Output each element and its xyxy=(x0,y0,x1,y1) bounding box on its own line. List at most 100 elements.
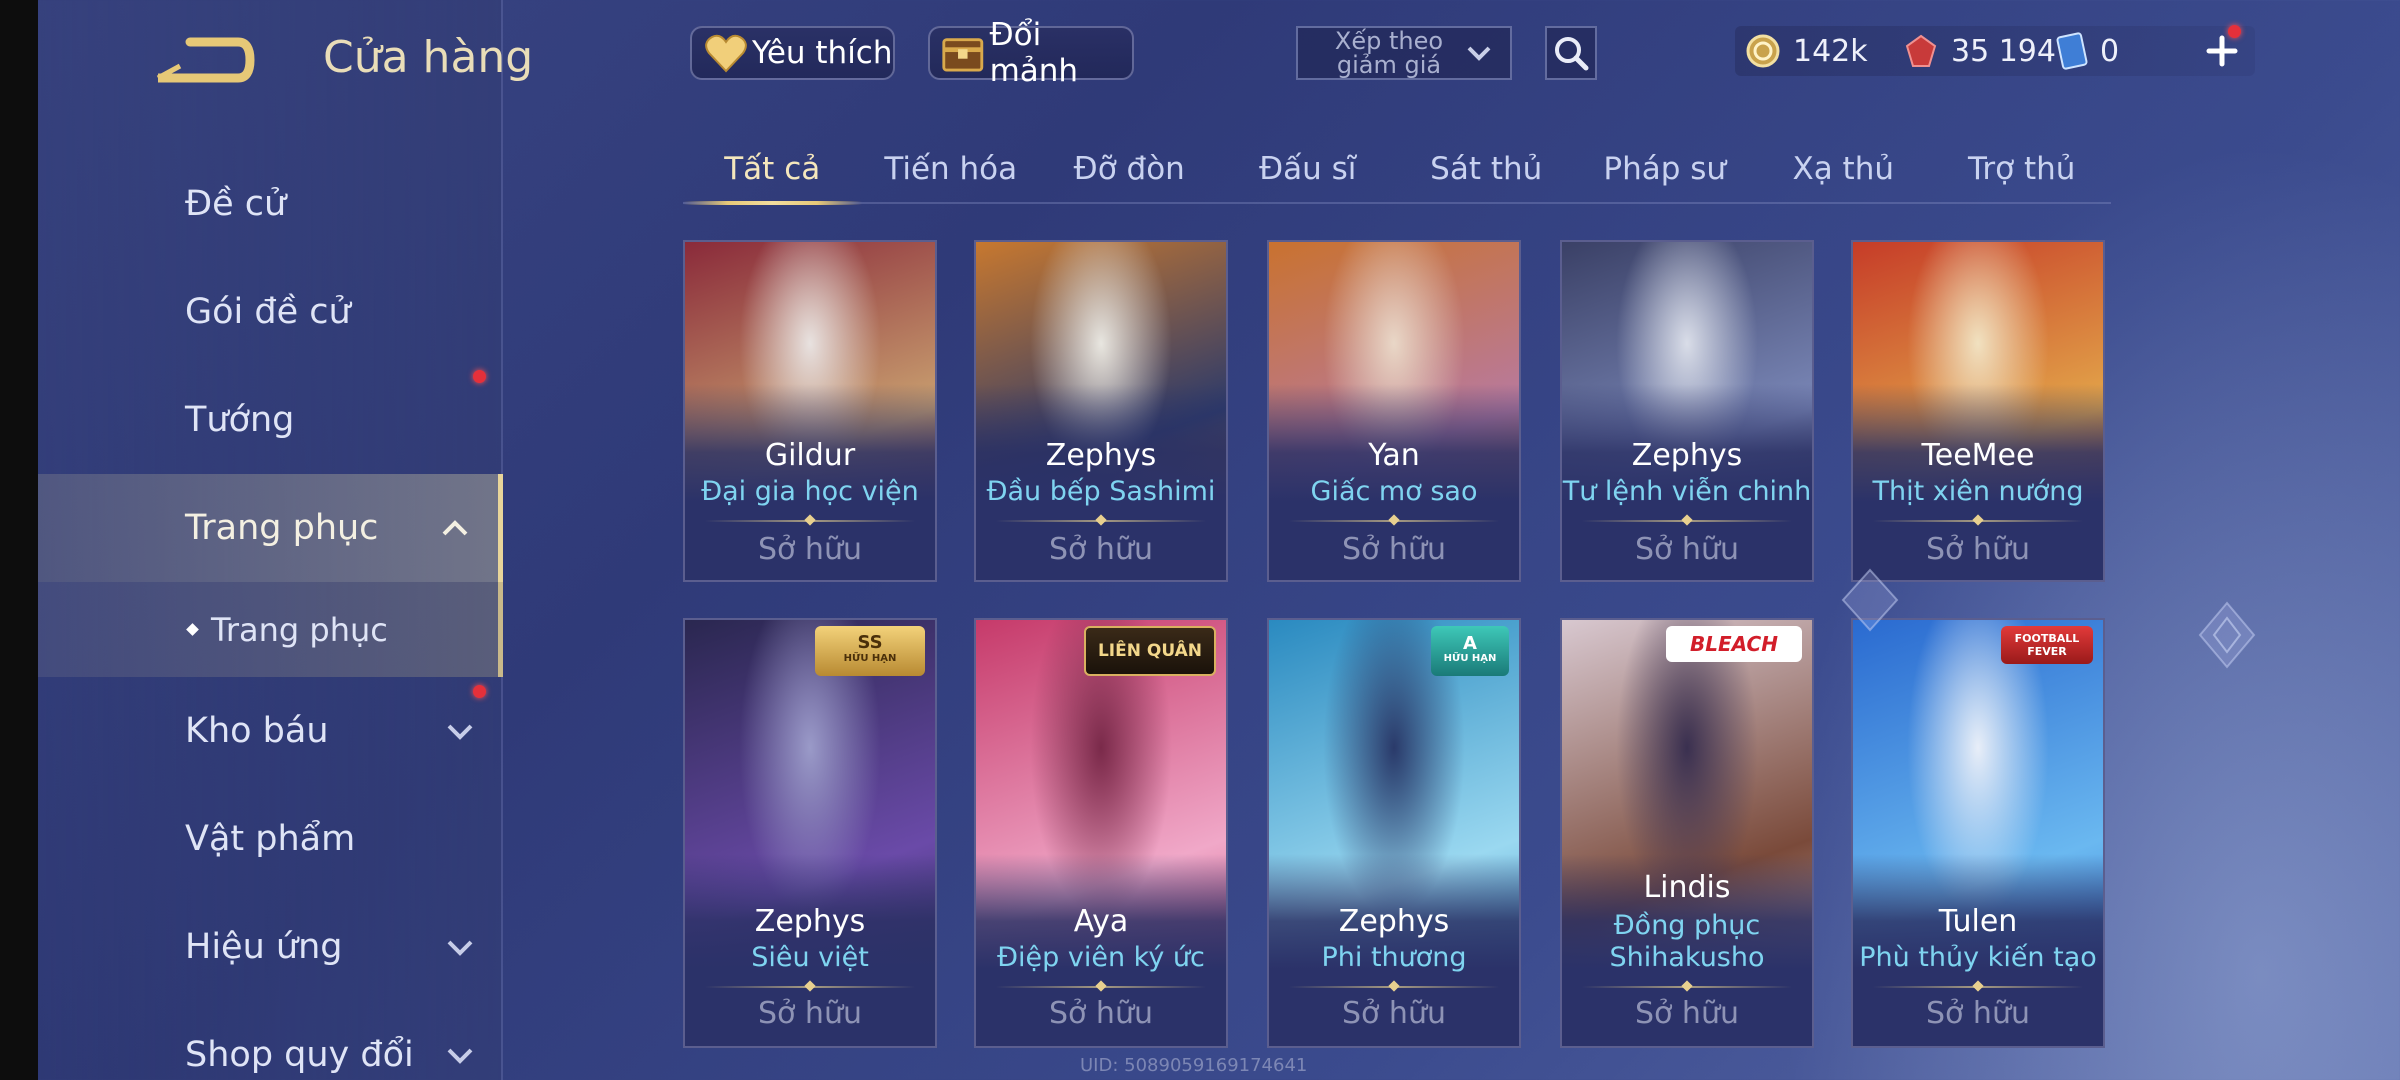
exchange-shards-button[interactable]: Đổi mảnh xyxy=(928,17,1134,89)
badge-text: FOOTBALL FEVER xyxy=(2014,632,2080,658)
gold-coin-icon xyxy=(1746,34,1780,68)
skin-name: Giấc mơ sao xyxy=(1310,476,1478,507)
hero-name: Zephys xyxy=(1631,438,1743,473)
plus-icon xyxy=(2206,35,2238,67)
sidebar-item-label: Hiệu ứng xyxy=(185,927,343,967)
hero-name: Zephys xyxy=(1338,904,1450,939)
brand-badge: LIÊN QUÂN xyxy=(1084,626,1216,676)
tab-all[interactable]: Tất cả xyxy=(683,140,862,205)
chevron-down-icon xyxy=(447,724,473,740)
rank-badge: SS HỮU HẠN xyxy=(815,626,925,676)
badge-text: A xyxy=(1463,633,1477,654)
search-button[interactable] xyxy=(1545,26,1597,80)
owned-status: Sở hữu xyxy=(758,532,862,567)
voucher-balance: 35 194 xyxy=(1903,28,2056,74)
hero-name: Tulen xyxy=(1938,904,2018,939)
notification-dot xyxy=(2228,25,2241,38)
chevron-up-icon xyxy=(442,520,468,536)
skin-card[interactable]: Yan Giấc mơ sao Sở hữu xyxy=(1267,240,1521,582)
diamond-ornament-icon xyxy=(2198,601,2256,669)
sidebar-item-label: Kho báu xyxy=(185,711,329,751)
hero-name: Lindis xyxy=(1643,870,1731,905)
owned-status: Sở hữu xyxy=(1926,996,2030,1031)
brand-badge: BLEACH xyxy=(1666,626,1802,662)
favorites-button[interactable]: Yêu thích xyxy=(690,26,895,80)
sidebar-item-label: Shop quy đổi xyxy=(185,1035,414,1075)
sidebar-item-heroes[interactable]: Tướng xyxy=(38,366,503,474)
card-divider xyxy=(1582,986,1792,988)
add-currency-button[interactable] xyxy=(2198,25,2246,74)
badge-text: BLEACH xyxy=(1690,632,1778,656)
back-button[interactable] xyxy=(150,30,260,90)
sidebar-item-treasure[interactable]: Kho báu xyxy=(38,677,503,785)
sidebar-item-exchange-shop[interactable]: Shop quy đổi xyxy=(38,1001,503,1080)
heart-icon xyxy=(705,34,747,73)
card-divider xyxy=(1873,520,2083,522)
sidebar-subitem-skins[interactable]: Trang phục xyxy=(38,582,503,677)
card-divider xyxy=(705,520,915,522)
tab-support[interactable]: Trợ thủ xyxy=(1933,140,2112,202)
sidebar-item-label: Đề cử xyxy=(185,184,287,224)
skin-card[interactable]: A HỮU HẠN Zephys Phi thương Sở hữu xyxy=(1267,618,1521,1048)
card-divider xyxy=(1289,520,1499,522)
badge-text: SS xyxy=(857,632,883,653)
bullet-icon xyxy=(186,623,199,636)
favorites-label: Yêu thích xyxy=(752,35,893,71)
skin-name: Đại gia học viện xyxy=(701,476,919,507)
exchange-label: Đổi mảnh xyxy=(989,17,1079,89)
tab-assassin[interactable]: Sát thủ xyxy=(1397,140,1576,202)
shard-chest-icon xyxy=(942,38,984,72)
skin-card[interactable]: Zephys Tư lệnh viễn chinh Sở hữu xyxy=(1560,240,1814,582)
badge-subtext: HỮU HẠN xyxy=(843,653,897,664)
back-arrow-icon xyxy=(156,37,255,83)
skin-card[interactable]: FOOTBALL FEVER Tulen Phù thủy kiến tạo S… xyxy=(1851,618,2105,1048)
badge-text: LIÊN QUÂN xyxy=(1097,641,1203,661)
tab-tank[interactable]: Đỡ đòn xyxy=(1040,140,1219,202)
tab-marksman[interactable]: Xạ thủ xyxy=(1754,140,1933,202)
skin-name: Đầu bếp Sashimi xyxy=(986,476,1216,507)
owned-status: Sở hữu xyxy=(1342,532,1446,567)
hero-name: TeeMee xyxy=(1921,438,2035,473)
chevron-down-icon xyxy=(447,1048,473,1064)
sidebar-item-effects[interactable]: Hiệu ứng xyxy=(38,893,503,1001)
tab-evolution[interactable]: Tiến hóa xyxy=(862,140,1041,202)
skin-card[interactable]: TeeMee Thịt xiên nướng Sở hữu xyxy=(1851,240,2105,582)
skin-name-line-1: Đồng phục xyxy=(1613,910,1761,941)
ticket-balance: 0 xyxy=(2056,28,2119,74)
ticket-amount: 0 xyxy=(2100,33,2120,69)
chevron-down-icon xyxy=(447,940,473,956)
card-divider xyxy=(1289,986,1499,988)
skin-card[interactable]: BLEACH Lindis Đồng phục Shihakusho Sở hữ… xyxy=(1560,618,1814,1048)
sort-dropdown[interactable]: Xếp theo giảm giá xyxy=(1296,26,1512,80)
skin-card[interactable]: Gildur Đại gia học viện Sở hữu xyxy=(683,240,937,582)
skin-name: Thịt xiên nướng xyxy=(1872,476,2084,507)
ticket-icon xyxy=(2056,32,2088,70)
card-divider xyxy=(996,986,1206,988)
sidebar-item-items[interactable]: Vật phẩm xyxy=(38,785,503,893)
tab-fighter[interactable]: Đấu sĩ xyxy=(1219,140,1398,202)
owned-status: Sở hữu xyxy=(758,996,862,1031)
skin-card[interactable]: SS HỮU HẠN Zephys Siêu việt Sở hữu xyxy=(683,618,937,1048)
gold-balance: 142k xyxy=(1745,28,1868,74)
hero-name: Aya xyxy=(1073,904,1129,939)
sidebar-item-skins[interactable]: Trang phục xyxy=(38,474,503,582)
sidebar-item-recommended[interactable]: Đề cử xyxy=(38,150,503,258)
gold-amount: 142k xyxy=(1793,33,1868,69)
skin-card[interactable]: Zephys Đầu bếp Sashimi Sở hữu xyxy=(974,240,1228,582)
badge-subtext: HỮU HẠN xyxy=(1443,653,1497,664)
skin-name: Tư lệnh viễn chinh xyxy=(1562,476,1812,507)
diamond-ornament-icon xyxy=(1841,568,1899,632)
chevron-down-icon xyxy=(1467,46,1491,61)
page-title: Cửa hàng xyxy=(323,32,534,83)
owned-status: Sở hữu xyxy=(1342,996,1446,1031)
skin-name: Phi thương xyxy=(1321,942,1467,973)
hero-name: Zephys xyxy=(1045,438,1157,473)
tab-mage[interactable]: Pháp sư xyxy=(1576,140,1755,202)
card-divider xyxy=(1873,986,2083,988)
voucher-amount: 35 194 xyxy=(1951,33,2056,69)
sidebar-item-recommended-packs[interactable]: Gói đề cử xyxy=(38,258,503,383)
sidebar-item-label: Vật phẩm xyxy=(185,819,356,859)
skin-card[interactable]: LIÊN QUÂN Aya Điệp viên ký ức Sở hữu xyxy=(974,618,1228,1048)
sidebar-item-label: Gói đề cử xyxy=(185,292,351,332)
hero-name: Yan xyxy=(1368,438,1420,473)
